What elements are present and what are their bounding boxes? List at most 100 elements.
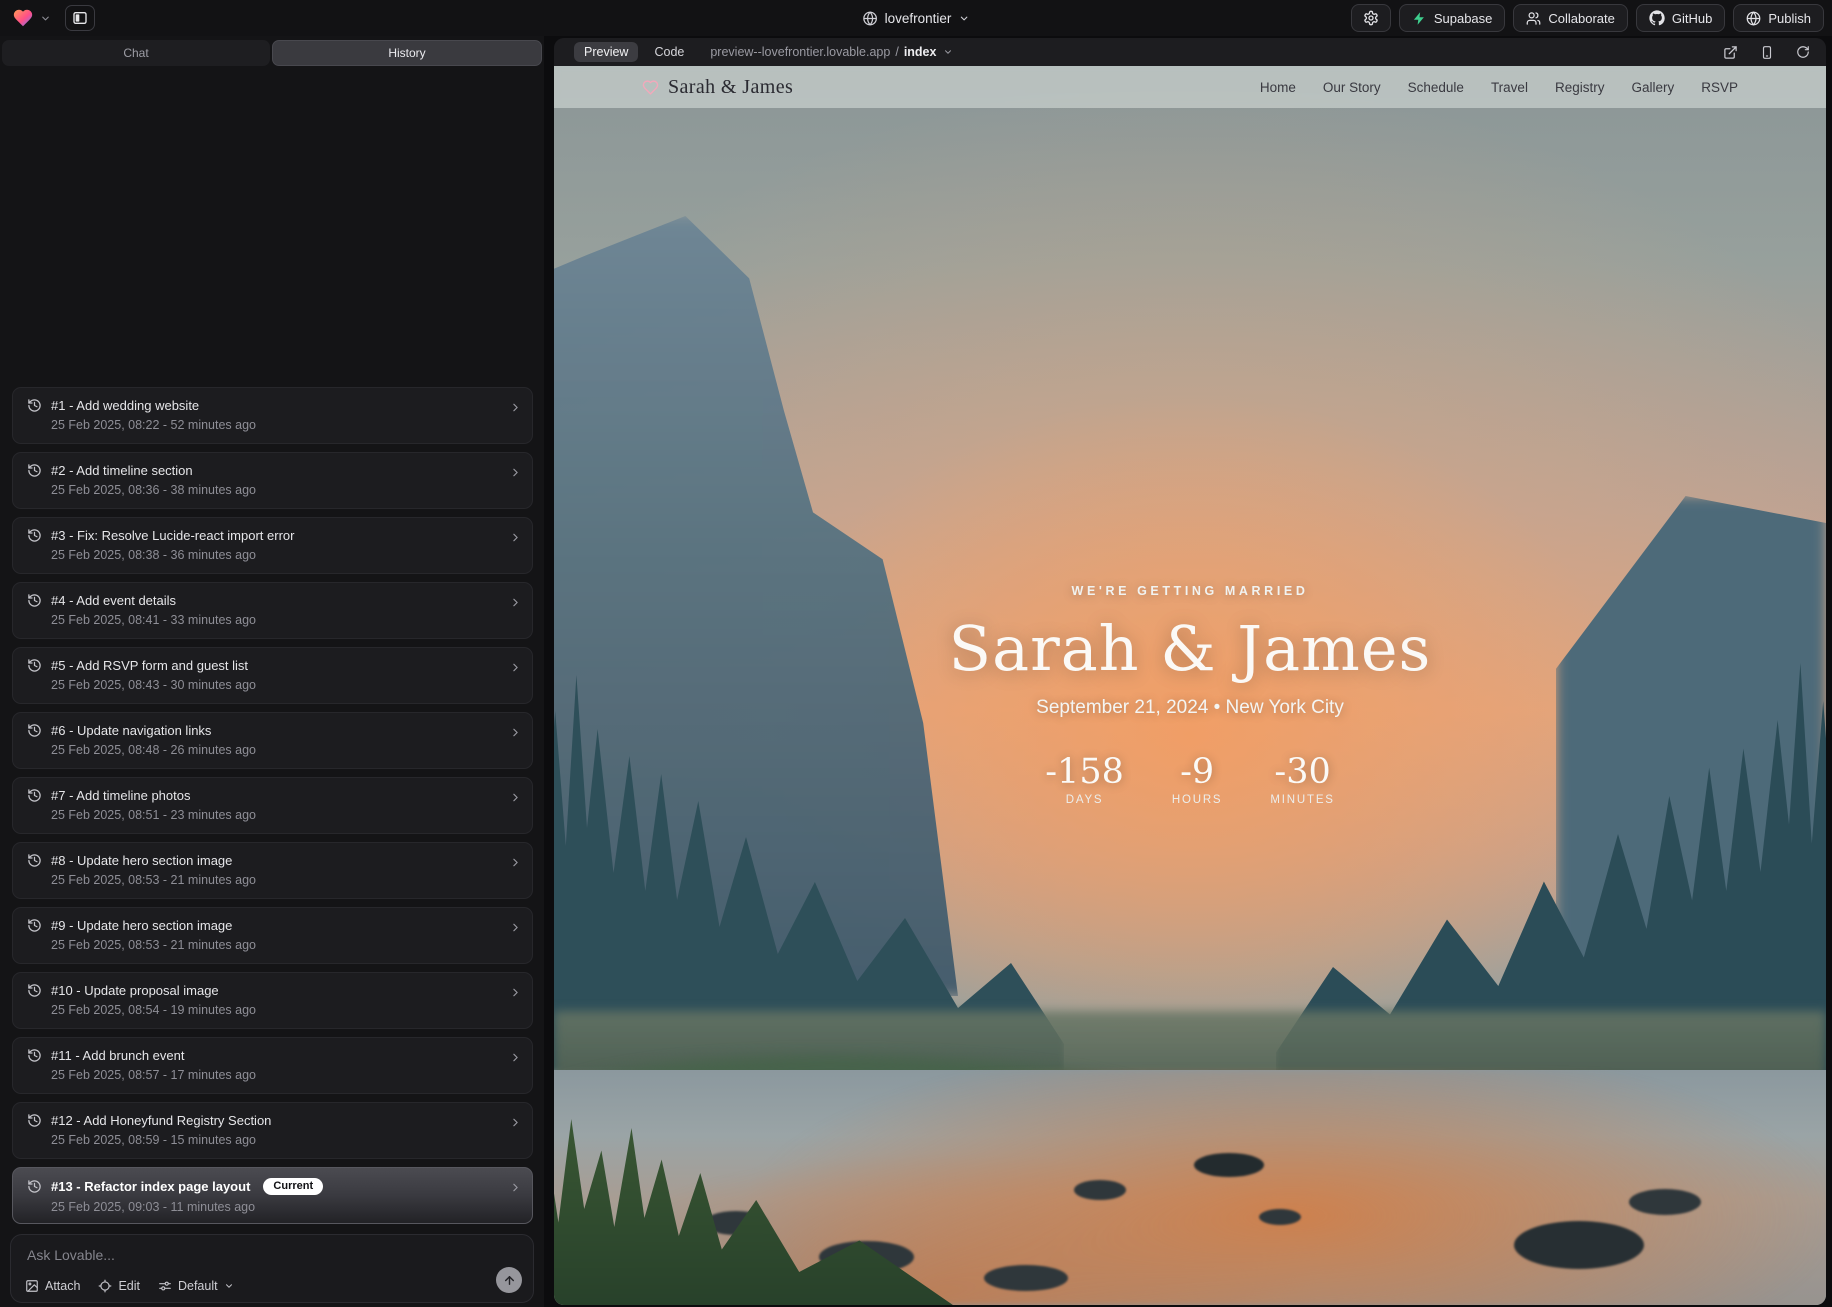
chevron-down-icon: [224, 1281, 234, 1291]
tab-chat[interactable]: Chat: [2, 40, 270, 66]
history-item[interactable]: #5 - Add RSVP form and guest list25 Feb …: [12, 647, 533, 704]
chat-history-panel: Chat History #1 - Add wedding website25 …: [0, 36, 544, 1307]
prompt-composer[interactable]: Ask Lovable... Attach Edit Default: [10, 1234, 534, 1303]
refresh-icon[interactable]: [1796, 45, 1810, 59]
collaborate-button[interactable]: Collaborate: [1513, 4, 1628, 32]
history-item[interactable]: #3 - Fix: Resolve Lucide-react import er…: [12, 517, 533, 574]
countdown-unit: -9HOURS: [1172, 752, 1223, 806]
chevron-right-icon: [509, 531, 522, 544]
site-nav-link[interactable]: Our Story: [1323, 80, 1381, 95]
history-item-title: #10 - Update proposal image: [51, 983, 219, 998]
open-external-icon[interactable]: [1723, 45, 1738, 60]
history-item-title: #11 - Add brunch event: [51, 1048, 184, 1063]
github-button[interactable]: GitHub: [1636, 4, 1725, 32]
history-item-title: #3 - Fix: Resolve Lucide-react import er…: [51, 528, 294, 543]
publish-label: Publish: [1768, 11, 1811, 26]
history-icon: [27, 788, 42, 803]
site-header: Sarah & James Home Our Story Schedule Trave…: [554, 66, 1826, 108]
edit-button[interactable]: Edit: [98, 1279, 140, 1293]
attach-button[interactable]: Attach: [25, 1279, 80, 1293]
history-icon: [27, 463, 42, 478]
history-item-timestamp: 25 Feb 2025, 08:53 - 21 minutes ago: [51, 873, 502, 887]
site-nav-link[interactable]: Registry: [1555, 80, 1605, 95]
project-switcher[interactable]: lovefrontier: [863, 0, 970, 36]
history-icon: [27, 593, 42, 608]
hero-date-location: September 21, 2024 • New York City: [554, 697, 1826, 719]
chevron-right-icon: [509, 1116, 522, 1129]
prompt-input[interactable]: Ask Lovable...: [27, 1247, 115, 1263]
countdown-unit: -30 MINUTES: [1270, 752, 1334, 806]
history-item[interactable]: #13 - Refactor index page layoutCurrent2…: [12, 1167, 533, 1224]
countdown-label: MINUTES: [1270, 794, 1334, 806]
supabase-button[interactable]: Supabase: [1399, 4, 1506, 32]
supabase-icon: [1412, 11, 1427, 26]
history-icon: [27, 723, 42, 738]
chevron-right-icon: [509, 596, 522, 609]
history-item-timestamp: 25 Feb 2025, 08:48 - 26 minutes ago: [51, 743, 502, 757]
history-item[interactable]: #4 - Add event details 25 Feb 2025, 08:41…: [12, 582, 533, 639]
site-nav-link[interactable]: Travel: [1491, 80, 1528, 95]
history-item-title: #5 - Add RSVP form and guest list: [51, 658, 248, 673]
history-item-timestamp: 25 Feb 2025, 08:57 - 17 minutes ago: [51, 1068, 502, 1082]
history-item-title: #1 - Add wedding website: [51, 398, 199, 413]
tab-preview[interactable]: Preview: [574, 42, 638, 62]
chevron-right-icon: [509, 856, 522, 869]
history-item-title: #6 - Update navigation links: [51, 723, 211, 738]
history-item-title: #2 - Add timeline section: [51, 463, 193, 478]
countdown: -158DAYS-9HOURS-30MINUTES: [554, 752, 1826, 806]
attach-label: Attach: [45, 1279, 80, 1293]
history-icon: [27, 918, 42, 933]
history-item-timestamp: 25 Feb 2025, 08:36 - 38 minutes ago: [51, 483, 502, 497]
site-nav-link[interactable]: Schedule: [1408, 80, 1464, 95]
history-item[interactable]: #6 - Update navigation links 25 Feb 2025,…: [12, 712, 533, 769]
history-item[interactable]: #2 - Add timeline section 25 Feb 2025, 08…: [12, 452, 533, 509]
history-item[interactable]: #7 - Add timeline photos25 Feb 2025, 08:…: [12, 777, 533, 834]
current-badge: Current: [263, 1178, 323, 1195]
history-item[interactable]: #12 - Add Honeyfund Registry Section25 F…: [12, 1102, 533, 1159]
history-item[interactable]: #9 - Update hero section image 25 Feb 202…: [12, 907, 533, 964]
site-nav-link[interactable]: Gallery: [1631, 80, 1674, 95]
chevron-down-icon: [958, 13, 969, 24]
chevron-right-icon: [509, 726, 522, 739]
project-name: lovefrontier: [885, 11, 952, 26]
site-logo[interactable]: Sarah & James: [642, 76, 793, 99]
history-icon: [27, 528, 42, 543]
publish-button[interactable]: Publish: [1733, 4, 1824, 32]
history-icon: [27, 1048, 42, 1063]
mobile-view-icon[interactable]: [1760, 45, 1774, 60]
tab-history[interactable]: History: [272, 40, 542, 66]
hero-section: WE'RE GETTING MARRIED Sarah & James Sept…: [554, 584, 1826, 806]
countdown-value: -30: [1270, 752, 1334, 792]
project-menu-chevron-icon[interactable]: [40, 13, 51, 24]
chevron-right-icon: [509, 986, 522, 999]
lovable-heart-logo[interactable]: [12, 7, 34, 29]
history-item-timestamp: 25 Feb 2025, 09:03 - 11 minutes ago: [51, 1200, 502, 1214]
countdown-value: -158: [1045, 752, 1124, 792]
sidebar-toggle-button[interactable]: [65, 5, 95, 31]
history-item[interactable]: #10 - Update proposal image25 Feb 2025, …: [12, 972, 533, 1029]
url-separator: /: [895, 45, 898, 59]
settings-button[interactable]: [1351, 4, 1391, 32]
preview-url[interactable]: preview--lovefrontier.lovable.app / inde…: [710, 45, 953, 59]
attach-image-icon: [25, 1279, 39, 1293]
url-host: preview--lovefrontier.lovable.app: [710, 45, 890, 59]
site-nav-link[interactable]: RSVP: [1701, 80, 1738, 95]
history-item-title: #4 - Add event details: [51, 593, 176, 608]
history-item-timestamp: 25 Feb 2025, 08:53 - 21 minutes ago: [51, 938, 502, 952]
chevron-right-icon: [509, 661, 522, 674]
history-item[interactable]: #11 - Add brunch event 25 Feb 2025, 08:57…: [12, 1037, 533, 1094]
chevron-down-icon: [943, 47, 953, 57]
github-label: GitHub: [1672, 11, 1712, 26]
site-nav-link[interactable]: Home: [1260, 80, 1296, 95]
history-item-title: #9 - Update hero section image: [51, 918, 232, 933]
send-button[interactable]: [496, 1267, 522, 1293]
history-item[interactable]: #8 - Update hero section image25 Feb 202…: [12, 842, 533, 899]
gear-icon: [1363, 10, 1379, 26]
hero-eyebrow: WE'RE GETTING MARRIED: [554, 584, 1826, 598]
history-item-timestamp: 25 Feb 2025, 08:41 - 33 minutes ago: [51, 613, 502, 627]
history-item-timestamp: 25 Feb 2025, 08:38 - 36 minutes ago: [51, 548, 502, 562]
history-item-title: #7 - Add timeline photos: [51, 788, 190, 803]
mode-select[interactable]: Default: [158, 1279, 234, 1293]
history-item[interactable]: #1 - Add wedding website25 Feb 2025, 08:…: [12, 387, 533, 444]
tab-code[interactable]: Code: [654, 45, 684, 59]
